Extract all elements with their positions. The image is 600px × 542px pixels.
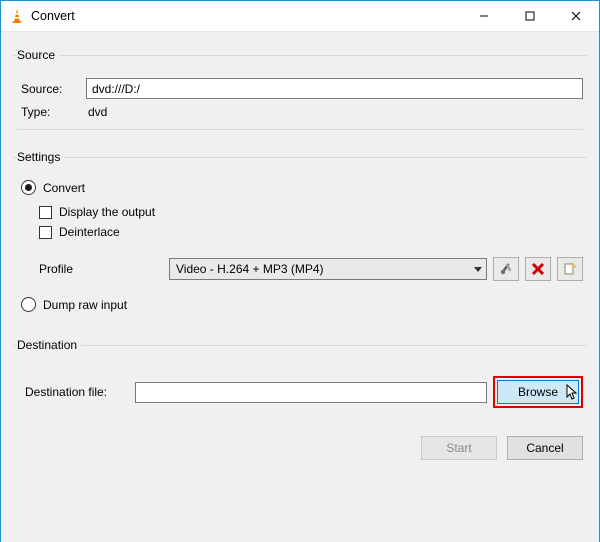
browse-highlight: Browse: [493, 376, 583, 408]
browse-button[interactable]: Browse: [497, 380, 579, 404]
source-input[interactable]: [86, 78, 583, 99]
maximize-button[interactable]: [507, 1, 553, 31]
type-label: Type:: [17, 105, 86, 119]
minimize-button[interactable]: [461, 1, 507, 31]
dropdown-arrow-icon: [474, 265, 482, 273]
display-output-checkbox[interactable]: Display the output: [39, 205, 583, 219]
destination-row: Destination file: Browse: [17, 376, 583, 408]
destination-group: Destination Destination file: Browse: [13, 338, 587, 416]
source-group: Source Source: Type: dvd: [13, 48, 587, 134]
display-output-label: Display the output: [59, 205, 155, 219]
dump-radio[interactable]: Dump raw input: [21, 297, 583, 312]
edit-profile-button[interactable]: [493, 257, 519, 281]
profile-select[interactable]: Video - H.264 + MP3 (MP4): [169, 258, 487, 280]
source-divider: [17, 129, 583, 130]
destination-file-label: Destination file:: [21, 385, 135, 399]
delete-profile-button[interactable]: [525, 257, 551, 281]
settings-group: Settings Convert Display the output Dein…: [13, 150, 587, 322]
deinterlace-label: Deinterlace: [59, 225, 120, 239]
cancel-button[interactable]: Cancel: [507, 436, 583, 460]
convert-radio[interactable]: Convert: [21, 180, 583, 195]
new-profile-button[interactable]: [557, 257, 583, 281]
window-title: Convert: [31, 9, 75, 23]
profile-label: Profile: [39, 262, 169, 276]
dump-radio-label: Dump raw input: [43, 298, 127, 312]
vlc-cone-icon: [9, 8, 25, 24]
type-row: Type: dvd: [17, 105, 583, 119]
destination-legend: Destination: [17, 338, 81, 352]
radio-icon: [21, 297, 36, 312]
radio-icon: [21, 180, 36, 195]
cursor-icon: [566, 384, 580, 405]
profile-row: Profile Video - H.264 + MP3 (MP4): [39, 257, 583, 281]
checkbox-icon: [39, 226, 52, 239]
browse-button-label: Browse: [518, 385, 558, 399]
cancel-button-label: Cancel: [526, 441, 563, 455]
titlebar: Convert: [1, 1, 599, 32]
client-area: Source Source: Type: dvd Settings Conver…: [1, 32, 599, 542]
type-value: dvd: [86, 105, 107, 119]
source-label: Source:: [17, 82, 86, 96]
start-button[interactable]: Start: [421, 436, 497, 460]
start-button-label: Start: [446, 441, 471, 455]
deinterlace-checkbox[interactable]: Deinterlace: [39, 225, 583, 239]
footer: Start Cancel: [13, 436, 587, 460]
source-row: Source:: [17, 78, 583, 99]
profile-value: Video - H.264 + MP3 (MP4): [176, 262, 324, 276]
close-button[interactable]: [553, 1, 599, 31]
checkbox-icon: [39, 206, 52, 219]
source-legend: Source: [17, 48, 59, 62]
convert-radio-label: Convert: [43, 181, 85, 195]
destination-file-input[interactable]: [135, 382, 487, 403]
settings-legend: Settings: [17, 150, 64, 164]
